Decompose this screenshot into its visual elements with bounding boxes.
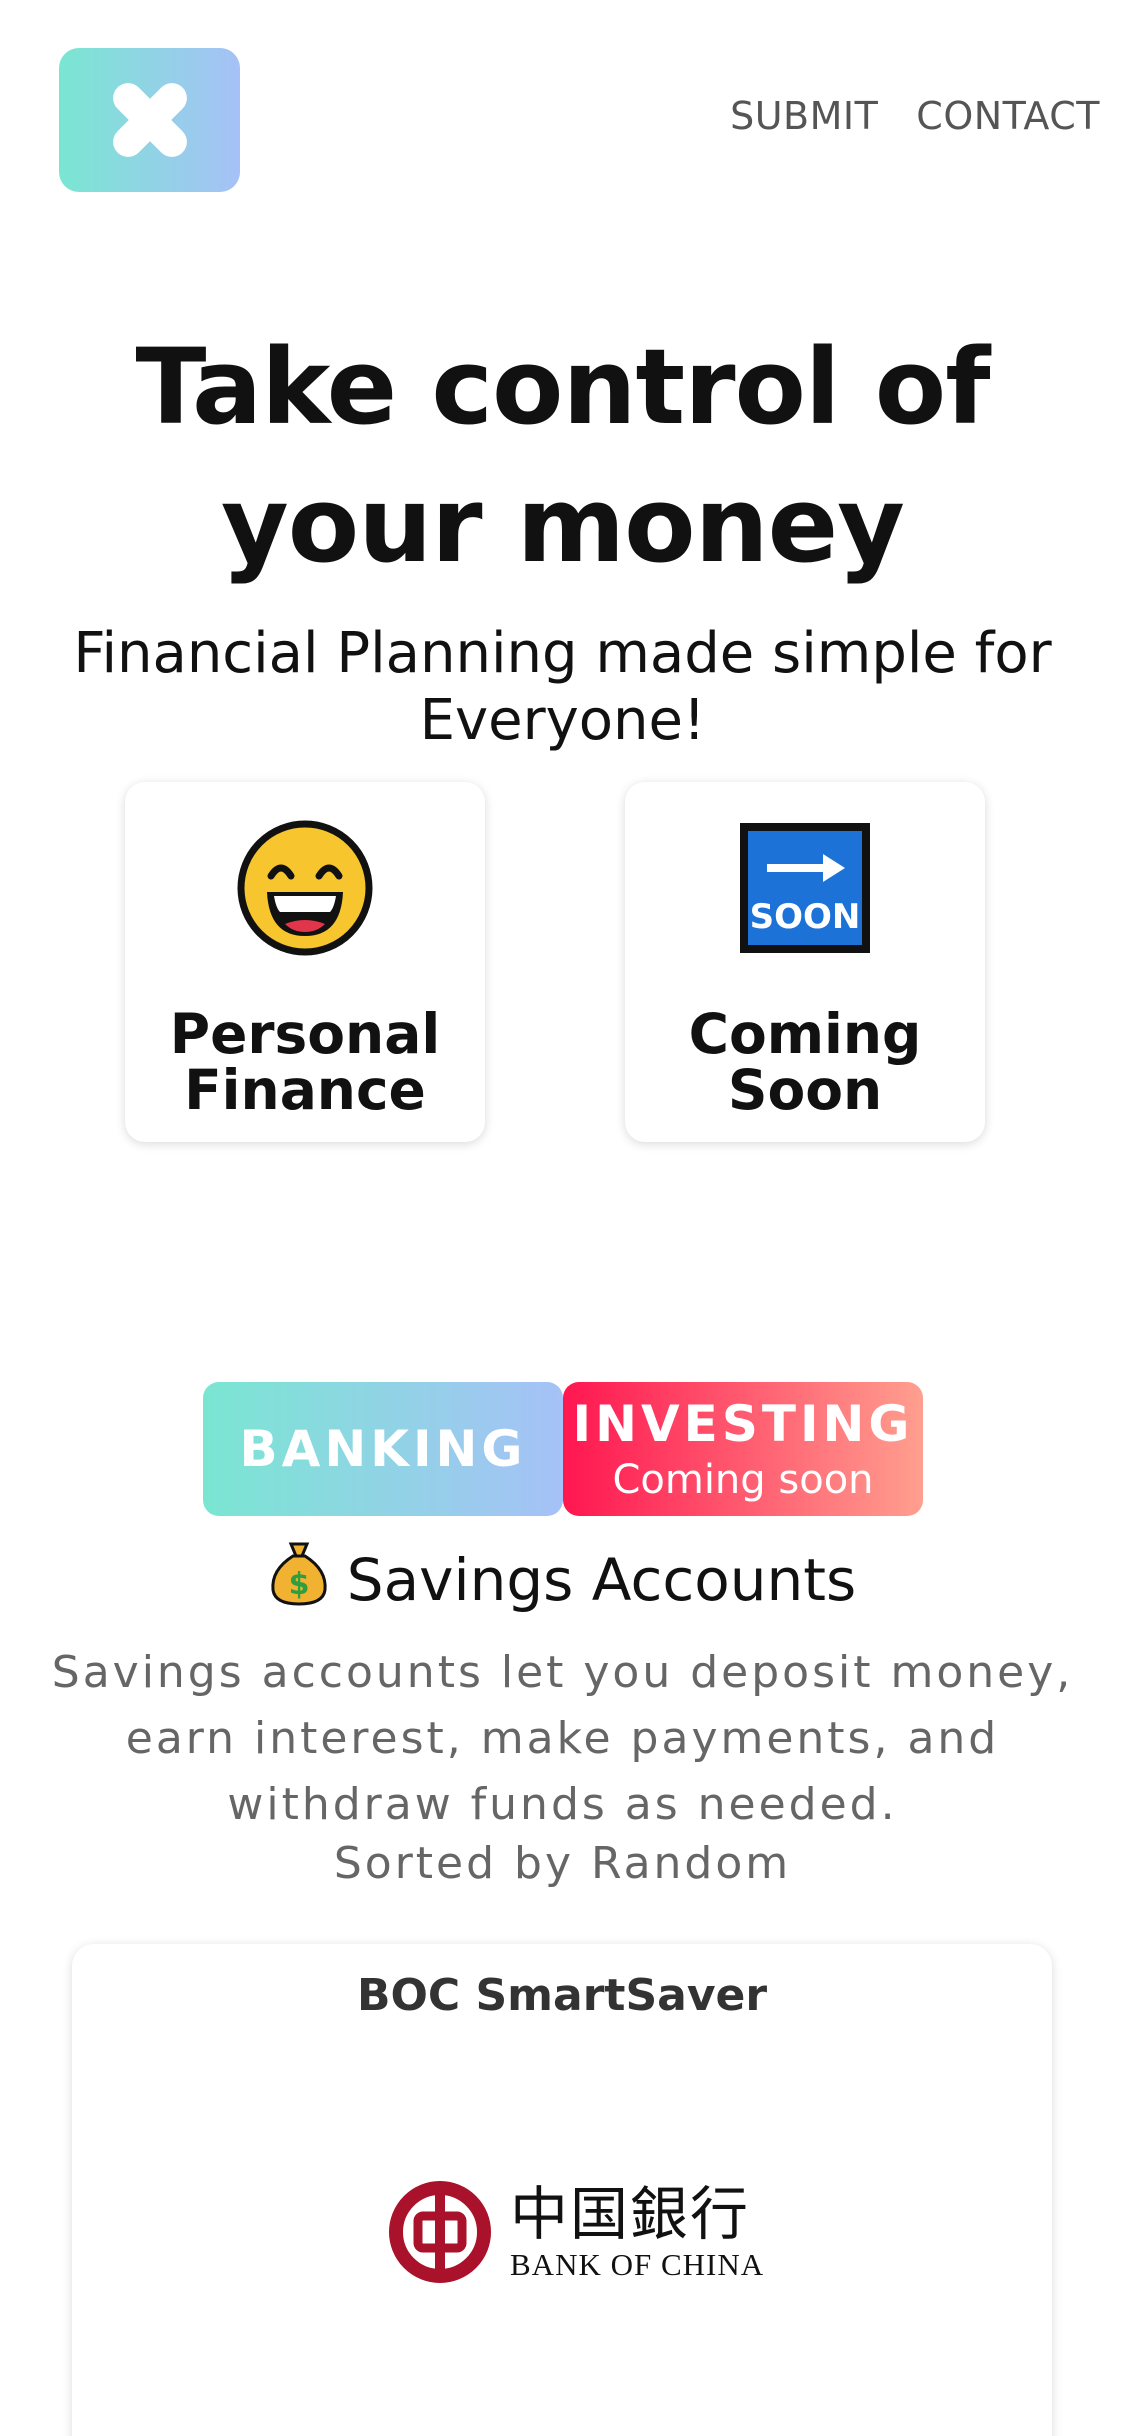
category-tabs: BANKING INVESTING Coming soon bbox=[203, 1382, 923, 1516]
hero-subtitle: Financial Planning made simple for Every… bbox=[73, 621, 1052, 753]
nav-submit-link[interactable]: SUBMIT bbox=[730, 94, 878, 138]
svg-text:$: $ bbox=[288, 1567, 309, 1602]
account-card[interactable]: BOC SmartSaver 中国銀行 BANK OF CHINA bbox=[72, 1944, 1052, 2436]
category-label: Personal Finance bbox=[169, 1002, 441, 1122]
account-name: BOC SmartSaver bbox=[356, 1970, 768, 2021]
tab-investing[interactable]: INVESTING Coming soon bbox=[563, 1382, 923, 1516]
nav-contact-link[interactable]: CONTACT bbox=[916, 94, 1100, 138]
bank-of-china-logo: 中国銀行 BANK OF CHINA bbox=[388, 2180, 764, 2284]
bank-name-english: BANK OF CHINA bbox=[510, 2247, 765, 2282]
top-nav: SUBMIT CONTACT bbox=[730, 94, 1100, 138]
hero-title-line-2: your money bbox=[221, 464, 905, 586]
soon-arrow-icon: SOON bbox=[735, 818, 875, 958]
svg-text:SOON: SOON bbox=[750, 897, 861, 937]
sort-label[interactable]: Sorted by Random bbox=[0, 1838, 1125, 1889]
hero-title: Take control of your money bbox=[0, 318, 1125, 594]
category-label: Coming Soon bbox=[688, 1002, 922, 1122]
category-card-personal-finance[interactable]: Personal Finance bbox=[125, 782, 485, 1142]
money-bag-icon: $ bbox=[269, 1540, 329, 1620]
section-title-text: Savings Accounts bbox=[346, 1546, 857, 1614]
grinning-face-icon bbox=[235, 818, 375, 958]
tab-investing-label: INVESTING bbox=[572, 1395, 914, 1453]
tab-banking-label: BANKING bbox=[239, 1420, 527, 1478]
section-title: $ Savings Accounts bbox=[0, 1540, 1125, 1620]
boc-emblem-icon bbox=[389, 2181, 491, 2283]
hero-title-line-1: Take control of bbox=[135, 326, 991, 448]
tab-investing-sublabel: Coming soon bbox=[612, 1457, 874, 1503]
close-x-icon bbox=[112, 83, 187, 157]
bank-name-chinese: 中国銀行 bbox=[510, 2180, 751, 2248]
section-description: Savings accounts let you deposit money, … bbox=[51, 1647, 1074, 1830]
tab-banking[interactable]: BANKING bbox=[203, 1382, 563, 1516]
category-card-coming-soon[interactable]: SOON Coming Soon bbox=[625, 782, 985, 1142]
logo[interactable] bbox=[59, 48, 240, 192]
